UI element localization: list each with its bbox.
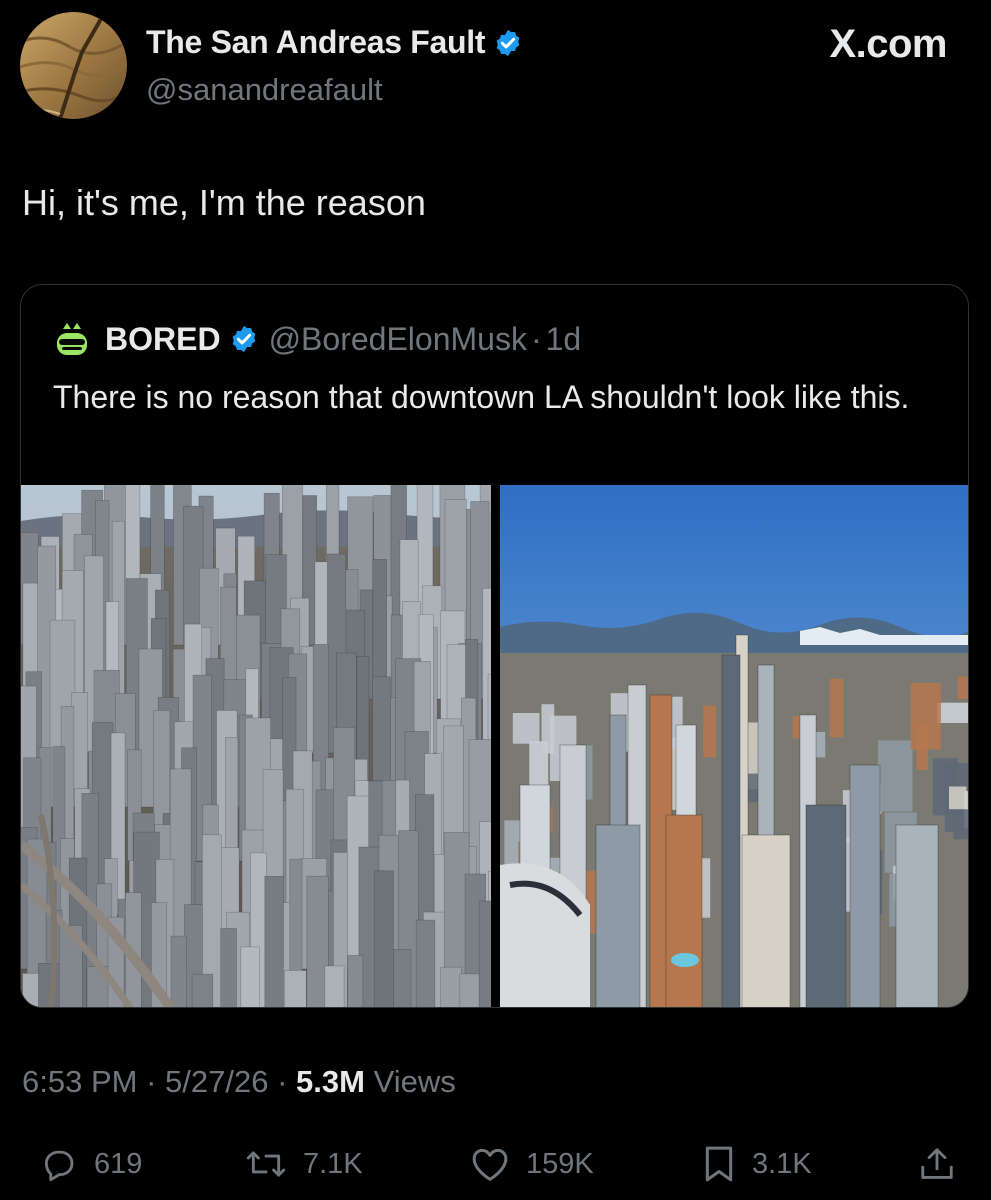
quoted-tweet-text: There is no reason that downtown LA shou… (53, 379, 910, 415)
dense-skyline-image (21, 485, 491, 1007)
share-button[interactable] (918, 1136, 956, 1192)
quoted-timestamp[interactable]: 1d (546, 321, 582, 358)
like-button[interactable]: 159K (470, 1136, 594, 1192)
bookmark-button[interactable]: 3.1K (702, 1136, 812, 1192)
bookmark-icon (705, 1146, 733, 1182)
downtown-la-image (500, 485, 968, 1007)
quoted-separator: · (530, 320, 542, 357)
x-com-watermark: X.com (829, 22, 947, 66)
author-name-text: The San Andreas Fault (146, 24, 486, 60)
verified-badge-icon (496, 29, 520, 56)
quoted-handle[interactable]: @BoredElonMusk (269, 321, 527, 358)
tweet-text: Hi, it's me, I'm the reason (22, 182, 426, 223)
quoted-photo-downtown-la[interactable] (500, 485, 968, 1007)
author-avatar[interactable] (20, 12, 127, 119)
author-display-name[interactable]: The San Andreas Fault (146, 24, 523, 61)
reply-icon (44, 1150, 74, 1182)
meta-separator: · (146, 1064, 157, 1099)
reply-button[interactable]: 619 (40, 1136, 142, 1192)
views-label: Views (373, 1064, 456, 1099)
quoted-photo-dense-skyline[interactable] (21, 485, 491, 1007)
like-icon (472, 1148, 508, 1181)
share-icon (921, 1148, 953, 1179)
repost-count: 7.1K (303, 1147, 363, 1180)
tweet-time[interactable]: 6:53 PM (22, 1064, 137, 1099)
meta-separator: · (277, 1064, 288, 1099)
fault-landscape-image (20, 12, 127, 119)
bored-avatar-icon[interactable] (53, 319, 91, 359)
author-handle[interactable]: @sanandreafault (146, 72, 383, 108)
quoted-display-name[interactable]: BORED (105, 321, 221, 358)
reply-count: 619 (94, 1147, 143, 1180)
bookmark-count: 3.1K (752, 1147, 812, 1180)
quoted-tweet-header: BORED @BoredElonMusk · 1d (53, 319, 581, 359)
quoted-tweet-card[interactable]: BORED @BoredElonMusk · 1d There is no re… (20, 284, 969, 1008)
verified-badge-icon (232, 325, 255, 353)
repost-button[interactable]: 7.1K (245, 1136, 363, 1192)
tweet-meta: 6:53 PM · 5/27/26 · 5.3M Views (22, 1064, 456, 1100)
views-count[interactable]: 5.3M (296, 1064, 365, 1099)
repost-icon (246, 1151, 286, 1177)
tweet-date[interactable]: 5/27/26 (165, 1064, 268, 1099)
like-count: 159K (526, 1147, 594, 1180)
action-bar: 619 7.1K 159K 3.1K (0, 1136, 991, 1192)
